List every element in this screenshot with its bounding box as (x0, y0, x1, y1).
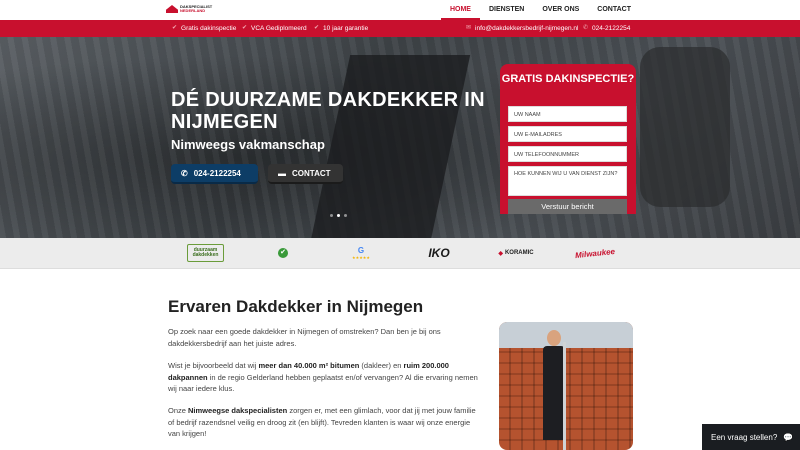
roof-logo-icon (166, 5, 178, 13)
intro-paragraph: Op zoek naar een goede dakdekker in Nijm… (168, 327, 441, 348)
logo[interactable]: DAKSPECIALIST NEDERLAND (166, 5, 220, 13)
usp-item: ✔ VCA Gediplomeerd (242, 20, 307, 37)
specialists-paragraph: Onze Nimweegse dakspecialisten zorgen er… (168, 406, 476, 438)
phone-icon: ✆ (583, 25, 589, 31)
usp-item: ✔ Gratis dakinspectie (172, 20, 236, 37)
check-circle-icon: ✔ (278, 248, 288, 258)
phone-text: 024-2122254 (592, 25, 631, 32)
usp-item: ✔ 10 jaar garantie (314, 20, 368, 37)
top-navigation: DAKSPECIALIST NEDERLAND HOME DIENSTEN OV… (0, 0, 800, 20)
roofer-figure (543, 330, 565, 440)
chat-bubble-icon: 💬 (783, 432, 794, 442)
contact-button[interactable]: ▬ CONTACT (268, 164, 343, 184)
usp-text: VCA Gediplomeerd (251, 25, 307, 32)
slider-dot[interactable] (344, 214, 347, 217)
nav-contact[interactable]: CONTACT (588, 0, 640, 20)
form-title: GRATIS DAKINSPECTIE? (501, 73, 635, 85)
slider-dot[interactable] (330, 214, 333, 217)
nav-over-ons[interactable]: OVER ONS (533, 0, 588, 20)
email-field[interactable]: UW E-MAILADRES (508, 126, 627, 142)
hero-subtitle: Nimweegs vakmanschap (171, 137, 325, 152)
check-icon: ✔ (172, 25, 178, 31)
name-field[interactable]: UW NAAM (508, 106, 627, 122)
chat-widget-button[interactable]: Een vraag stellen? 💬 (702, 424, 800, 450)
usp-text: Gratis dakinspectie (181, 25, 237, 32)
vca-logo: ✔ (262, 244, 304, 262)
inspection-form: GRATIS DAKINSPECTIE? UW NAAM UW E-MAILAD… (500, 64, 636, 214)
truck-icon: ▬ (278, 168, 286, 178)
koramic-logo: ◆ KORAMIC (498, 250, 534, 257)
roofer-photo (499, 322, 633, 450)
experience-paragraph: Wist je bijvoorbeeld dat wij meer dan 40… (168, 361, 478, 393)
call-button[interactable]: ✆ 024-2122254 (171, 164, 258, 184)
worker-boot-shape (640, 47, 730, 207)
koramic-mark-icon: ◆ (498, 250, 503, 257)
phone-icon: ✆ (181, 168, 188, 178)
check-icon: ✔ (314, 25, 320, 31)
submit-button[interactable]: Verstuur bericht (508, 199, 627, 214)
check-icon: ✔ (242, 25, 248, 31)
logo-line2: NEDERLAND (180, 8, 206, 13)
slider-dots (330, 214, 347, 217)
main-nav: HOME DIENSTEN OVER ONS CONTACT (440, 0, 640, 20)
section-heading: Ervaren Dakdekker in Nijmegen (168, 297, 424, 316)
milwaukee-logo: Milwaukee (574, 246, 616, 260)
nav-home[interactable]: HOME (440, 0, 480, 20)
stars-icon: ★★★★★ (352, 255, 370, 260)
email-link[interactable]: ✉ info@dakdekkersbedrijf-nijmegen.nl (466, 20, 578, 37)
nav-diensten[interactable]: DIENSTEN (480, 0, 533, 20)
iko-logo: IKO (428, 246, 450, 260)
message-field[interactable]: HOE KUNNEN WIJ U VAN DIENST ZIJN? (508, 166, 627, 196)
usp-bar: ✔ Gratis dakinspectie ✔ VCA Gediplomeerd… (0, 20, 800, 37)
hero-title: DÉ DUURZAME DAKDEKKER IN NIJMEGEN (171, 89, 485, 133)
google-reviews-logo: G ★★★★★ (352, 246, 370, 260)
phone-link[interactable]: ✆ 024-2122254 (583, 20, 630, 37)
duurzaam-dakdekken-logo: duurzaam dakdekken (187, 244, 224, 262)
envelope-icon: ✉ (466, 25, 472, 31)
slider-dot[interactable] (337, 214, 340, 217)
phone-field[interactable]: UW TELEFOONNUMMER (508, 146, 627, 162)
usp-text: 10 jaar garantie (323, 25, 369, 32)
email-text: info@dakdekkersbedrijf-nijmegen.nl (475, 25, 579, 32)
hero-section: DÉ DUURZAME DAKDEKKER IN NIJMEGEN Nimwee… (0, 37, 800, 238)
brand-logos-strip: duurzaam dakdekken ✔ G ★★★★★ IKO ◆ KORAM… (0, 238, 800, 269)
